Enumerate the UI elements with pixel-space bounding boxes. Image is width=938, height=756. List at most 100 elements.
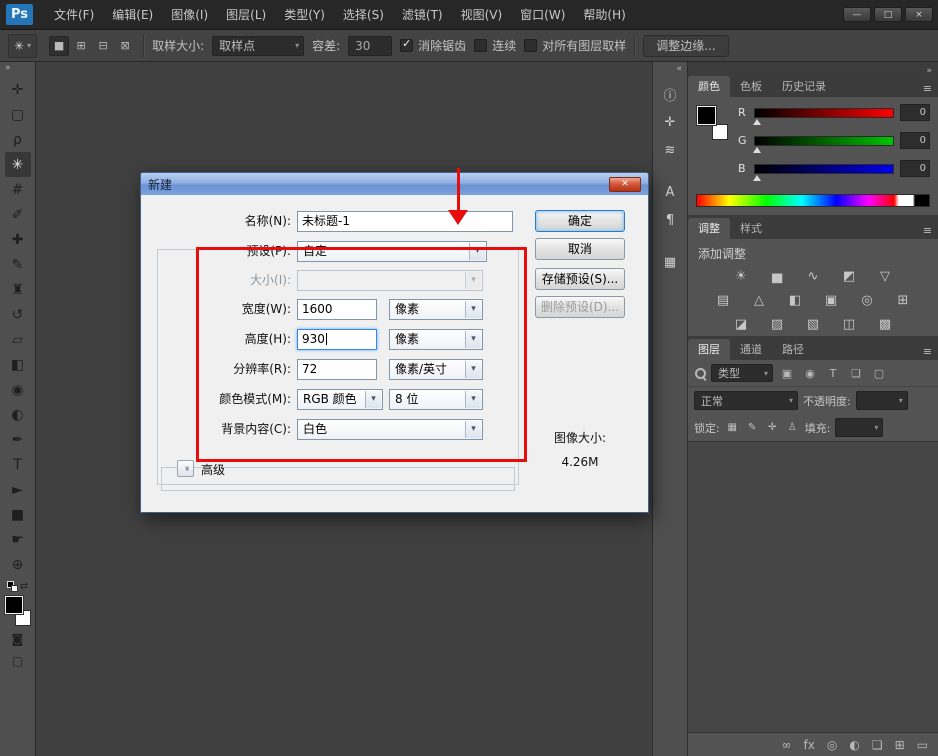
smart-object-filter-icon[interactable]: ▢ <box>870 364 888 382</box>
menu-item-filter[interactable]: 滤镜(T) <box>393 0 452 30</box>
tab-swatches[interactable]: 色板 <box>730 76 772 97</box>
adjustment-layer-filter-icon[interactable]: ◉ <box>801 364 819 382</box>
menu-item-select[interactable]: 选择(S) <box>334 0 393 30</box>
slider-handle[interactable] <box>753 175 761 181</box>
screen-mode-button[interactable]: ▢ <box>5 650 31 672</box>
paragraph-panel-icon[interactable]: ¶ <box>657 208 683 232</box>
eraser-tool[interactable]: ▱ <box>5 327 31 352</box>
shape-layer-filter-icon[interactable]: ❏ <box>847 364 865 382</box>
adjustment-layer-icon[interactable]: ◐ <box>849 738 859 752</box>
crop-tool[interactable]: # <box>5 177 31 202</box>
blue-value-field[interactable]: 0 <box>900 160 930 177</box>
tool-preset-picker[interactable]: ✳ ▾ <box>8 34 37 58</box>
layer-style-icon[interactable]: fx <box>804 738 815 752</box>
color-lookup-icon[interactable]: ⊞ <box>892 291 914 309</box>
green-value-field[interactable]: 0 <box>900 132 930 149</box>
tab-paths[interactable]: 路径 <box>772 339 814 360</box>
move-tool[interactable]: ✛ <box>5 77 31 102</box>
curves-icon[interactable]: ∿ <box>802 267 824 285</box>
hand-tool[interactable]: ☛ <box>5 527 31 552</box>
tab-color[interactable]: 颜色 <box>688 76 730 97</box>
tab-styles[interactable]: 样式 <box>730 218 772 239</box>
tab-history[interactable]: 历史记录 <box>772 76 836 97</box>
subtract-selection-icon[interactable]: ⊟ <box>93 36 113 56</box>
blend-mode-dropdown[interactable]: 正常 <box>694 391 798 410</box>
shape-tool[interactable]: ■ <box>5 502 31 527</box>
foreground-color-swatch[interactable] <box>5 596 23 614</box>
brush-tool[interactable]: ✎ <box>5 252 31 277</box>
maximize-button[interactable]: □ <box>874 7 902 22</box>
zoom-tool[interactable]: ⊕ <box>5 552 31 577</box>
layer-group-icon[interactable]: ❏ <box>872 738 883 752</box>
menu-item-window[interactable]: 窗口(W) <box>511 0 574 30</box>
panel-menu-icon[interactable]: ≡ <box>923 345 938 360</box>
minimize-button[interactable]: — <box>843 7 871 22</box>
ok-button[interactable]: 确定 <box>535 210 625 232</box>
brightness-contrast-icon[interactable]: ☀ <box>730 267 752 285</box>
red-slider[interactable] <box>754 108 894 118</box>
lasso-tool[interactable]: ρ <box>5 127 31 152</box>
exposure-icon[interactable]: ◩ <box>838 267 860 285</box>
healing-brush-tool[interactable]: ✚ <box>5 227 31 252</box>
link-layers-icon[interactable]: ∞ <box>782 738 792 752</box>
black-white-icon[interactable]: ◧ <box>784 291 806 309</box>
layer-list[interactable] <box>688 441 938 733</box>
character-panel-icon[interactable]: A <box>657 180 683 204</box>
selective-color-icon[interactable]: ▩ <box>874 315 896 333</box>
save-preset-button[interactable]: 存储预设(S)... <box>535 268 625 290</box>
menu-item-file[interactable]: 文件(F) <box>45 0 103 30</box>
history-brush-tool[interactable]: ↺ <box>5 302 31 327</box>
tools-collapse-icon[interactable]: » <box>0 62 35 77</box>
swap-colors-icon[interactable]: ⇄ <box>20 581 28 592</box>
panel-menu-icon[interactable]: ≡ <box>923 82 938 97</box>
new-selection-icon[interactable]: ■ <box>49 36 69 56</box>
background-color-swatch[interactable] <box>712 124 728 140</box>
color-balance-icon[interactable]: △ <box>748 291 770 309</box>
gradient-map-icon[interactable]: ◫ <box>838 315 860 333</box>
lock-all-icon[interactable]: ♙ <box>785 420 800 435</box>
invert-icon[interactable]: ◪ <box>730 315 752 333</box>
dialog-title-bar[interactable]: 新建 ✕ <box>141 173 648 195</box>
sample-all-layers-option[interactable]: 对所有图层取样 <box>524 37 626 54</box>
dialog-close-button[interactable]: ✕ <box>609 177 641 192</box>
clone-stamp-tool[interactable]: ♜ <box>5 277 31 302</box>
quick-mask-button[interactable]: ◙ <box>5 628 31 650</box>
levels-icon[interactable]: ▅ <box>766 267 788 285</box>
slider-handle[interactable] <box>753 119 761 125</box>
menu-item-type[interactable]: 类型(Y) <box>275 0 334 30</box>
dodge-tool[interactable]: ◐ <box>5 402 31 427</box>
tab-channels[interactable]: 通道 <box>730 339 772 360</box>
lock-position-icon[interactable]: ✛ <box>765 420 780 435</box>
posterize-icon[interactable]: ▨ <box>766 315 788 333</box>
type-tool[interactable]: T <box>5 452 31 477</box>
antialias-option[interactable]: 消除锯齿 <box>400 37 466 54</box>
window-close-button[interactable]: × <box>905 7 933 22</box>
green-slider[interactable] <box>754 136 894 146</box>
histogram-panel-icon[interactable]: ▦ <box>657 250 683 274</box>
sample-all-layers-checkbox[interactable] <box>524 39 537 52</box>
new-layer-icon[interactable]: ⊞ <box>895 738 905 752</box>
red-value-field[interactable]: 0 <box>900 104 930 121</box>
measure-panel-icon[interactable]: ≋ <box>657 138 683 162</box>
color-sampler-panel-icon[interactable]: ✛ <box>657 110 683 134</box>
fill-dropdown[interactable] <box>835 418 883 437</box>
contiguous-option[interactable]: 连续 <box>474 37 516 54</box>
hue-saturation-icon[interactable]: ▤ <box>712 291 734 309</box>
sample-size-dropdown[interactable]: 取样点 <box>212 36 304 56</box>
blur-tool[interactable]: ◉ <box>5 377 31 402</box>
layer-mask-icon[interactable]: ◎ <box>827 738 837 752</box>
menu-item-layer[interactable]: 图层(L) <box>217 0 275 30</box>
menu-item-help[interactable]: 帮助(H) <box>574 0 634 30</box>
tab-layers[interactable]: 图层 <box>688 339 730 360</box>
refine-edge-button[interactable]: 调整边缘... <box>643 35 728 57</box>
opacity-dropdown[interactable] <box>856 391 908 410</box>
intersect-selection-icon[interactable]: ⊠ <box>115 36 135 56</box>
tolerance-input[interactable]: 30 <box>348 36 392 56</box>
foreground-color-swatch[interactable] <box>697 106 716 125</box>
antialias-checkbox[interactable] <box>400 39 413 52</box>
info-panel-icon[interactable]: ⓘ <box>657 82 683 106</box>
slider-handle[interactable] <box>753 147 761 153</box>
vibrance-icon[interactable]: ▽ <box>874 267 896 285</box>
name-input[interactable]: 未标题-1 <box>297 211 513 232</box>
tab-adjustments[interactable]: 调整 <box>688 218 730 239</box>
